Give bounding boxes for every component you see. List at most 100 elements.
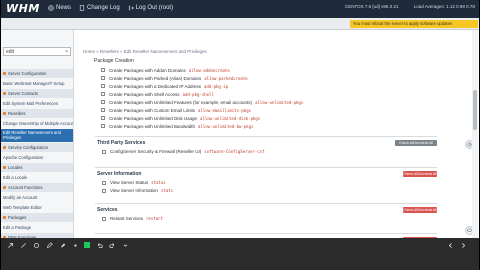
feature-label[interactable]: Create Packages with Custom Email Limits xyxy=(109,108,195,113)
whm-topbar: WHM News Change Log Log Out (root) CENTO… xyxy=(0,0,480,18)
annotation-toolbar xyxy=(0,238,480,270)
check-all-button[interactable]: Check All/Uncheck All xyxy=(403,207,437,213)
feature-checkbox[interactable] xyxy=(101,100,105,104)
server-version: CENTOS 7.6 [ud] v86.0.21 xyxy=(345,4,399,9)
sidebar-item[interactable]: Apache Configuration xyxy=(0,153,73,162)
privilege-checkbox[interactable] xyxy=(102,188,106,193)
scrollbar-thumb[interactable] xyxy=(473,90,477,130)
feature-label[interactable]: Create Packages with Parked (Alias) Doma… xyxy=(109,76,201,81)
privilege-row: ConfigServer Security & Firewall (Resell… xyxy=(102,149,265,154)
nav-change-log[interactable]: Change Log xyxy=(79,5,120,11)
feature-checkbox[interactable] xyxy=(101,84,105,88)
feature-checkbox[interactable] xyxy=(101,76,105,80)
nav-logout[interactable]: Log Out (root) xyxy=(128,5,173,11)
feature-row: Create Packages with Custom Email Limits… xyxy=(101,106,303,114)
feature-row: Create Packages with Unlimited Features … xyxy=(101,98,303,106)
privilege-checkbox[interactable] xyxy=(102,149,106,154)
highlighter-icon[interactable] xyxy=(58,241,66,249)
privilege-code: restart xyxy=(146,216,163,221)
privilege-label[interactable]: ConfigServer Security & Firewall (Resell… xyxy=(110,149,201,154)
nav-logout-label: Log Out (root) xyxy=(135,5,174,11)
package-creation-title: Package Creation xyxy=(94,58,134,64)
feature-code: allow-unlimited-disk-pkgs xyxy=(200,115,261,121)
circle-icon[interactable] xyxy=(32,241,40,249)
feature-code: add-pkg-ip xyxy=(203,83,229,89)
feature-label[interactable]: Create Packages with Unlimited Bandwidth xyxy=(109,124,195,129)
sidebar-item[interactable]: Edit a Package xyxy=(0,223,73,232)
feature-code: add-pkg-shell xyxy=(182,91,214,97)
next-page-icon[interactable] xyxy=(459,241,467,249)
pen-icon[interactable] xyxy=(45,241,53,249)
privilege-code: software-ConfigServer-csf xyxy=(204,149,265,154)
chevron-icon[interactable] xyxy=(121,241,129,249)
privilege-label[interactable]: View Server Information xyxy=(110,188,158,193)
feature-code: allow-unlimited-pkgs xyxy=(255,99,304,105)
feature-row: Create Packages with a Dedicated IP Addr… xyxy=(101,82,303,90)
feature-label[interactable]: Create Packages with a Dedicated IP Addr… xyxy=(109,84,201,89)
sidebar-item[interactable]: Basic WebHost Manager® Setup xyxy=(0,79,73,88)
scrollbar[interactable] xyxy=(472,30,478,238)
check-all-button[interactable]: Check All/Uncheck All xyxy=(395,140,437,146)
feature-label[interactable]: Create Packages with Unlimited Features … xyxy=(109,100,252,105)
left-edge xyxy=(0,0,1,270)
section-divider xyxy=(95,136,437,137)
privilege-checkbox[interactable] xyxy=(102,216,106,221)
section-divider xyxy=(95,233,437,234)
top-navigation: News Change Log Log Out (root) xyxy=(48,5,173,11)
arrow-icon[interactable] xyxy=(6,241,14,249)
privilege-label[interactable]: View Server Status xyxy=(110,180,148,185)
screen: WHM News Change Log Log Out (root) CENTO… xyxy=(0,0,480,270)
sidebar-item-label: Locales xyxy=(8,165,23,170)
sidebar-item-label: Account Functions xyxy=(8,185,43,190)
feature-checkbox[interactable] xyxy=(101,108,105,112)
sidebar-item[interactable]: Edit System Mail Preferences xyxy=(0,99,73,108)
sidebar-category[interactable]: Packages xyxy=(0,213,73,222)
whm-logo[interactable]: WHM xyxy=(6,2,40,15)
feature-checkbox[interactable] xyxy=(101,68,105,72)
sidebar-category[interactable]: Service Configuration xyxy=(0,143,73,152)
feature-label[interactable]: Create Packages with Unlimited Disk Usag… xyxy=(109,116,197,121)
sidebar-item[interactable]: Web Template Editor xyxy=(0,203,73,212)
section-divider xyxy=(95,203,437,204)
sidebar-item-label: Basic WebHost Manager® Setup xyxy=(3,81,65,86)
feature-label[interactable]: Create Packages with Shell Access xyxy=(109,92,180,97)
category-icon xyxy=(3,112,6,115)
clear-search-icon[interactable]: × xyxy=(65,49,68,55)
privilege-code: status xyxy=(151,180,166,185)
sidebar-search-input[interactable]: edit × xyxy=(3,47,71,56)
redo-icon[interactable] xyxy=(108,241,116,249)
sidebar-item-label: Modify an Account xyxy=(3,195,38,200)
sidebar-category[interactable]: Resellers xyxy=(0,109,73,118)
nav-news-label: News xyxy=(56,5,72,11)
nav-news[interactable]: News xyxy=(48,5,71,11)
breadcrumb[interactable]: Home » Resellers » Edit Reseller Nameser… xyxy=(83,49,207,54)
undo-icon[interactable] xyxy=(95,241,103,249)
prev-page-icon[interactable] xyxy=(446,241,454,249)
check-all-button[interactable]: Check All/Uncheck All xyxy=(403,171,437,177)
sidebar-category[interactable]: Server Configuration xyxy=(0,69,73,78)
sidebar-item-label: Packages xyxy=(8,215,27,220)
section-divider xyxy=(95,167,437,168)
privilege-checkbox[interactable] xyxy=(102,180,106,185)
sidebar-item[interactable]: Edit Reseller Nameservers and Privileges xyxy=(0,129,73,142)
line-icon[interactable] xyxy=(19,241,27,249)
feature-checkbox[interactable] xyxy=(101,92,105,96)
page-controls xyxy=(446,241,467,249)
privilege-label[interactable]: Restart Services xyxy=(110,216,143,221)
color-swatch[interactable] xyxy=(84,242,90,248)
sidebar-category[interactable]: Locales xyxy=(0,163,73,172)
feature-checkbox[interactable] xyxy=(101,124,105,128)
sidebar-item-label: Server Configuration xyxy=(8,71,47,76)
sidebar-item-label: Change Ownership of Multiple Accounts xyxy=(3,121,74,126)
sidebar-item[interactable]: Change Ownership of Multiple Accounts xyxy=(0,119,74,128)
dot-icon[interactable] xyxy=(71,241,79,249)
feature-checkbox[interactable] xyxy=(101,116,105,120)
sidebar-item[interactable]: Modify an Account xyxy=(0,193,73,202)
globe-icon xyxy=(48,5,54,11)
sidebar-category[interactable]: Account Functions xyxy=(0,183,73,192)
feature-label[interactable]: Create Packages with Addon Domains xyxy=(109,68,186,73)
sidebar-item[interactable]: Edit a Locale xyxy=(0,173,73,182)
sidebar-category[interactable]: Server Contacts xyxy=(0,89,73,98)
category-icon xyxy=(3,166,6,169)
reboot-notice[interactable]: You must reboot the server to apply soft… xyxy=(350,20,478,28)
